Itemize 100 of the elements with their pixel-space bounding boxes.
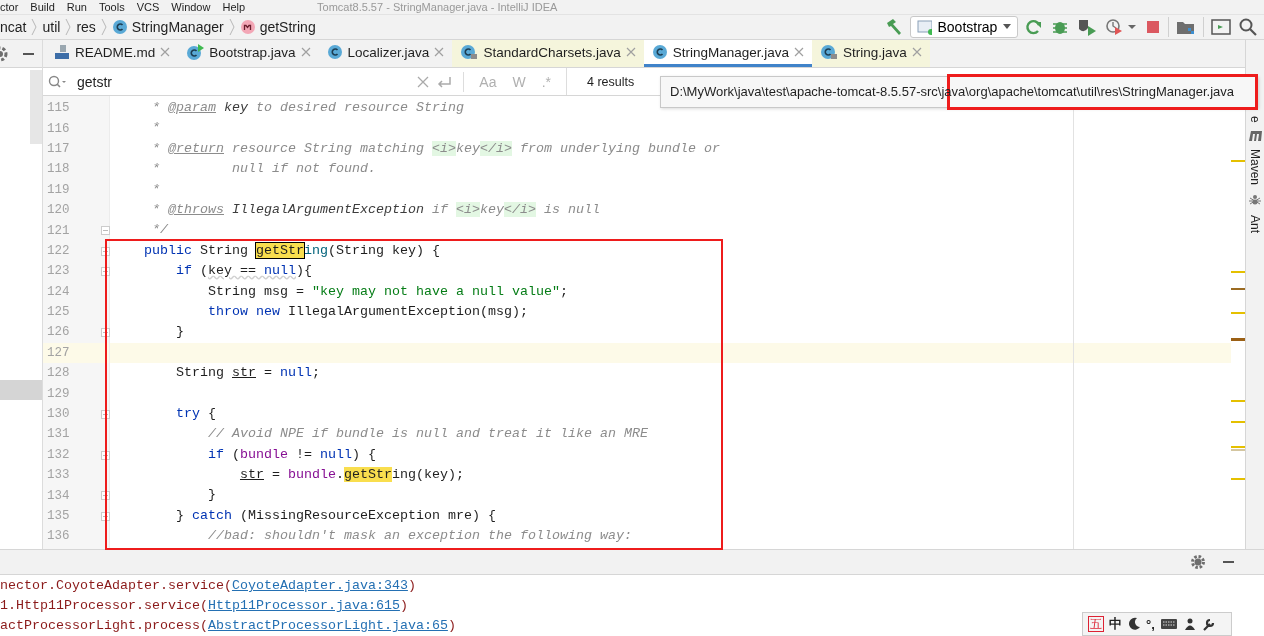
code-line: } catch (MissingResourceException mre) {	[175, 506, 496, 525]
language-indicator[interactable]: 中	[1109, 615, 1122, 633]
fold-marker-icon[interactable]	[101, 450, 110, 460]
scrollbar-thumb[interactable]	[30, 70, 42, 144]
gear-icon[interactable]	[1190, 554, 1206, 570]
chevron-icon	[227, 17, 236, 37]
source-link[interactable]: CoyoteAdapter.java:343	[231, 578, 408, 593]
punctuation-indicator[interactable]: °,	[1146, 616, 1155, 632]
line-number: 119	[47, 182, 70, 197]
breadcrumb-item[interactable]: getString	[239, 19, 316, 35]
close-icon[interactable]	[300, 47, 311, 57]
close-icon[interactable]	[434, 47, 445, 57]
fold-marker-icon[interactable]	[101, 328, 110, 338]
close-icon[interactable]	[911, 47, 922, 57]
menu-item[interactable]: Run	[66, 0, 99, 14]
line-number: 128	[47, 366, 70, 381]
menu-item[interactable]: Tools	[99, 0, 137, 14]
editor-tab[interactable]: Bootstrap.java	[178, 40, 319, 67]
coverage-icon[interactable]	[1076, 17, 1098, 37]
stack-trace-line: nector.CoyoteAdapter.service(CoyoteAdapter.java:343)	[0, 577, 416, 595]
line-number: 123	[47, 264, 70, 279]
menu-item[interactable]: ctor	[0, 0, 31, 14]
code-line: * @throws IllegalArgumentException if <i>key</i> is null	[151, 200, 600, 219]
line-number: 120	[47, 203, 70, 218]
close-icon[interactable]	[794, 47, 805, 57]
code-line: String str = null;	[175, 364, 320, 383]
breadcrumb-item[interactable]: StringManager	[111, 19, 224, 35]
breadcrumb-item[interactable]: res	[76, 19, 96, 35]
stack-trace-line: 1.Http11Processor.service(Http11Processor.java:615)	[0, 597, 408, 615]
line-number: 133	[47, 468, 70, 483]
editor-tab[interactable]: StringManager.java	[643, 40, 813, 67]
terminal-icon[interactable]	[1210, 17, 1232, 37]
tool-window-tab[interactable]: Ant	[1248, 214, 1262, 233]
line-number: 125	[47, 305, 70, 320]
editor-tab[interactable]: StandardCharsets.java	[452, 40, 644, 67]
close-icon[interactable]	[160, 47, 171, 57]
ant-icon	[1248, 192, 1262, 207]
source-link[interactable]: AbstractProcessorLight.java:65	[207, 618, 448, 633]
code-line: String msg = "key may not have a null value";	[207, 282, 568, 301]
breadcrumb-item[interactable]: util	[42, 19, 61, 35]
fold-marker-icon[interactable]	[101, 491, 110, 501]
code-line: public String getString(String key) {	[143, 241, 440, 260]
maven-icon	[1248, 130, 1262, 141]
hammer-icon[interactable]	[884, 17, 904, 37]
wrench-icon[interactable]	[1201, 617, 1216, 631]
line-number: 126	[47, 325, 70, 340]
code-line: }	[207, 486, 216, 505]
fold-marker-icon[interactable]	[101, 226, 110, 236]
line-number: 131	[47, 427, 70, 442]
menu-item[interactable]: VCS	[136, 0, 172, 14]
run-configuration-dropdown[interactable]: Bootstrap	[910, 16, 1018, 38]
editor-tab[interactable]: Localizer.java	[318, 40, 453, 67]
code-line: */	[151, 221, 168, 240]
code-line: *	[151, 180, 160, 199]
line-number: 129	[47, 386, 70, 401]
markdown-file-icon	[54, 44, 70, 60]
menu-item[interactable]: Build	[30, 0, 67, 14]
keyboard-icon[interactable]	[1159, 617, 1178, 631]
line-number: 132	[47, 447, 70, 462]
editor-tab[interactable]: String.java	[812, 40, 930, 67]
code-line: if (key == null){	[175, 262, 312, 281]
code-line: str = bundle.getString(key);	[239, 466, 464, 485]
person-icon[interactable]	[1182, 617, 1197, 631]
locked-class-icon	[820, 44, 839, 60]
code-line: if (bundle != null) {	[207, 445, 376, 464]
class-icon	[111, 19, 128, 35]
line-number: 136	[47, 529, 70, 544]
runnable-class-icon	[186, 44, 205, 60]
menu-item[interactable]: Window	[171, 0, 223, 14]
line-number: 130	[47, 407, 70, 422]
breadcrumb-item[interactable]: ncat	[0, 19, 27, 35]
tool-window-tab[interactable]: Maven	[1248, 148, 1262, 185]
fold-marker-icon[interactable]	[101, 511, 110, 521]
fold-marker-icon[interactable]	[101, 267, 110, 277]
close-icon[interactable]	[625, 47, 636, 57]
code-line: throw new IllegalArgumentException(msg);	[207, 302, 528, 321]
fold-marker-icon[interactable]	[101, 409, 110, 419]
source-link[interactable]: Http11Processor.java:615	[207, 598, 400, 613]
profiler-icon[interactable]	[1104, 17, 1138, 37]
fold-marker-icon[interactable]	[101, 246, 110, 256]
code-line: // Avoid NPE if bundle is null and treat it like an MRE	[207, 425, 648, 444]
code-line: * @param key to desired resource String	[151, 99, 464, 117]
moon-icon[interactable]	[1127, 617, 1141, 631]
line-number: 122	[47, 243, 70, 258]
class-icon	[651, 44, 668, 60]
locked-class-icon	[460, 44, 479, 60]
tool-window-tab[interactable]: e	[1248, 116, 1262, 123]
search-field[interactable]: getstr Aa W .*	[43, 68, 567, 95]
application-icon	[917, 19, 933, 35]
line-number: 116	[47, 121, 70, 136]
rerun-icon[interactable]	[1024, 17, 1044, 37]
input-mode-indicator[interactable]: 五	[1088, 616, 1104, 632]
clear-icon[interactable]	[417, 75, 430, 88]
editor-tab[interactable]: README.md	[46, 40, 179, 67]
search-icon[interactable]	[1238, 17, 1258, 37]
stack-trace-line: actProcessorLight.process(AbstractProcessorLight.java:65)	[0, 617, 456, 635]
code-line: try {	[175, 404, 216, 423]
menu-item[interactable]: Help	[222, 0, 258, 14]
line-number: 127	[47, 345, 70, 360]
search-text: getstr	[77, 73, 112, 90]
